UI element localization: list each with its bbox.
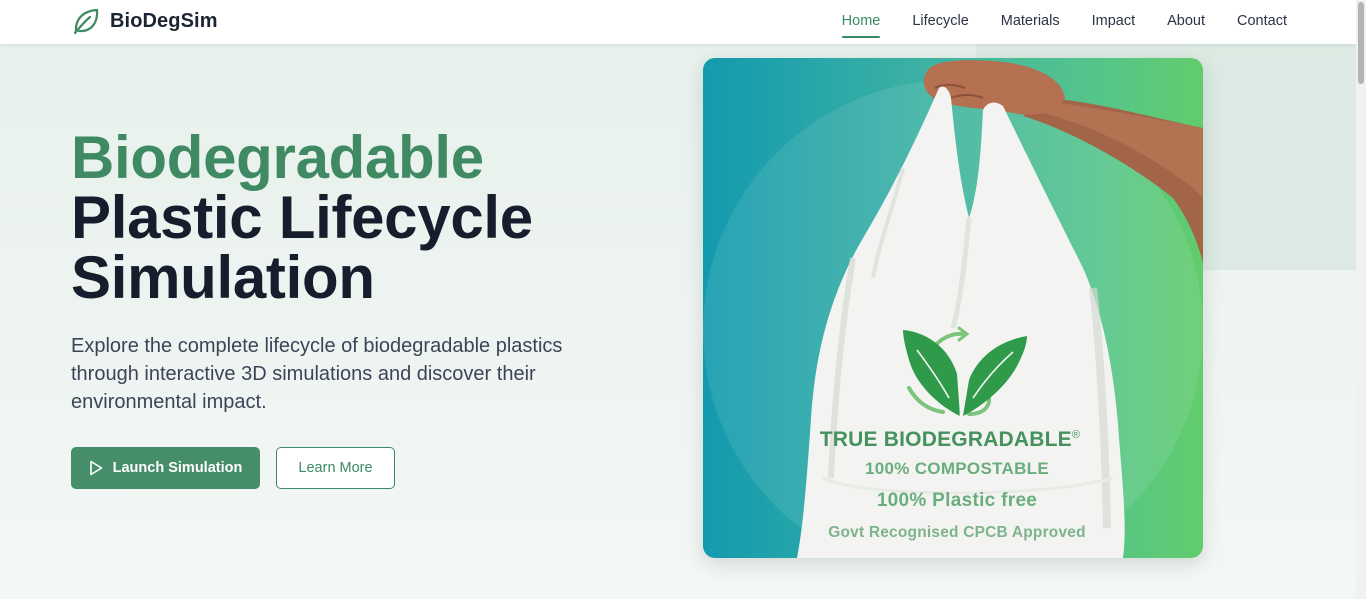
hero-description: Explore the complete lifecycle of biodeg… [71, 335, 563, 413]
nav-link-materials[interactable]: Materials [1001, 11, 1060, 33]
launch-simulation-button[interactable]: Launch Simulation [71, 447, 260, 489]
page-scrollbar[interactable] [1356, 0, 1366, 599]
hero-title-line2: Plastic Lifecycle [71, 184, 533, 251]
nav-link-impact[interactable]: Impact [1092, 11, 1136, 33]
bag-label-line3: 100% Plastic free [876, 490, 1038, 511]
learn-more-button[interactable]: Learn More [276, 447, 395, 489]
nav-link-about[interactable]: About [1167, 11, 1205, 33]
launch-simulation-label: Launch Simulation [112, 460, 243, 476]
top-navbar: BioDegSim Home Lifecycle Materials Impac… [0, 0, 1356, 44]
hero-title-accent: Biodegradable [71, 124, 484, 191]
hero-image-card: TRUE BIODEGRADABLE® 100% COMPOSTABLE 100… [703, 58, 1203, 558]
bag-label-line1: TRUE BIODEGRADABLE® [703, 428, 1200, 452]
brand-name: BioDegSim [110, 9, 218, 32]
biodegradable-bag-image [703, 60, 1203, 558]
leaf-icon [73, 8, 99, 35]
play-icon [89, 460, 102, 476]
bag-label-line4: Govt Recognised CPCB Approved [828, 524, 1086, 541]
bag-label-line2: 100% COMPOSTABLE [865, 459, 1049, 478]
nav-link-home[interactable]: Home [841, 11, 880, 38]
scrollbar-thumb[interactable] [1358, 2, 1364, 84]
hero-title-line3: Simulation [71, 244, 375, 311]
hero-title: Biodegradable Plastic Lifecycle Simulati… [71, 128, 631, 308]
brand-logo-link[interactable]: BioDegSim [71, 6, 218, 36]
nav-link-lifecycle[interactable]: Lifecycle [912, 11, 968, 33]
main-nav: Home Lifecycle Materials Impact About Co… [841, 0, 1287, 44]
nav-link-contact[interactable]: Contact [1237, 11, 1287, 33]
bag-label-line1-text: TRUE BIODEGRADABLE [819, 428, 1072, 451]
registered-mark: ® [1071, 429, 1081, 441]
